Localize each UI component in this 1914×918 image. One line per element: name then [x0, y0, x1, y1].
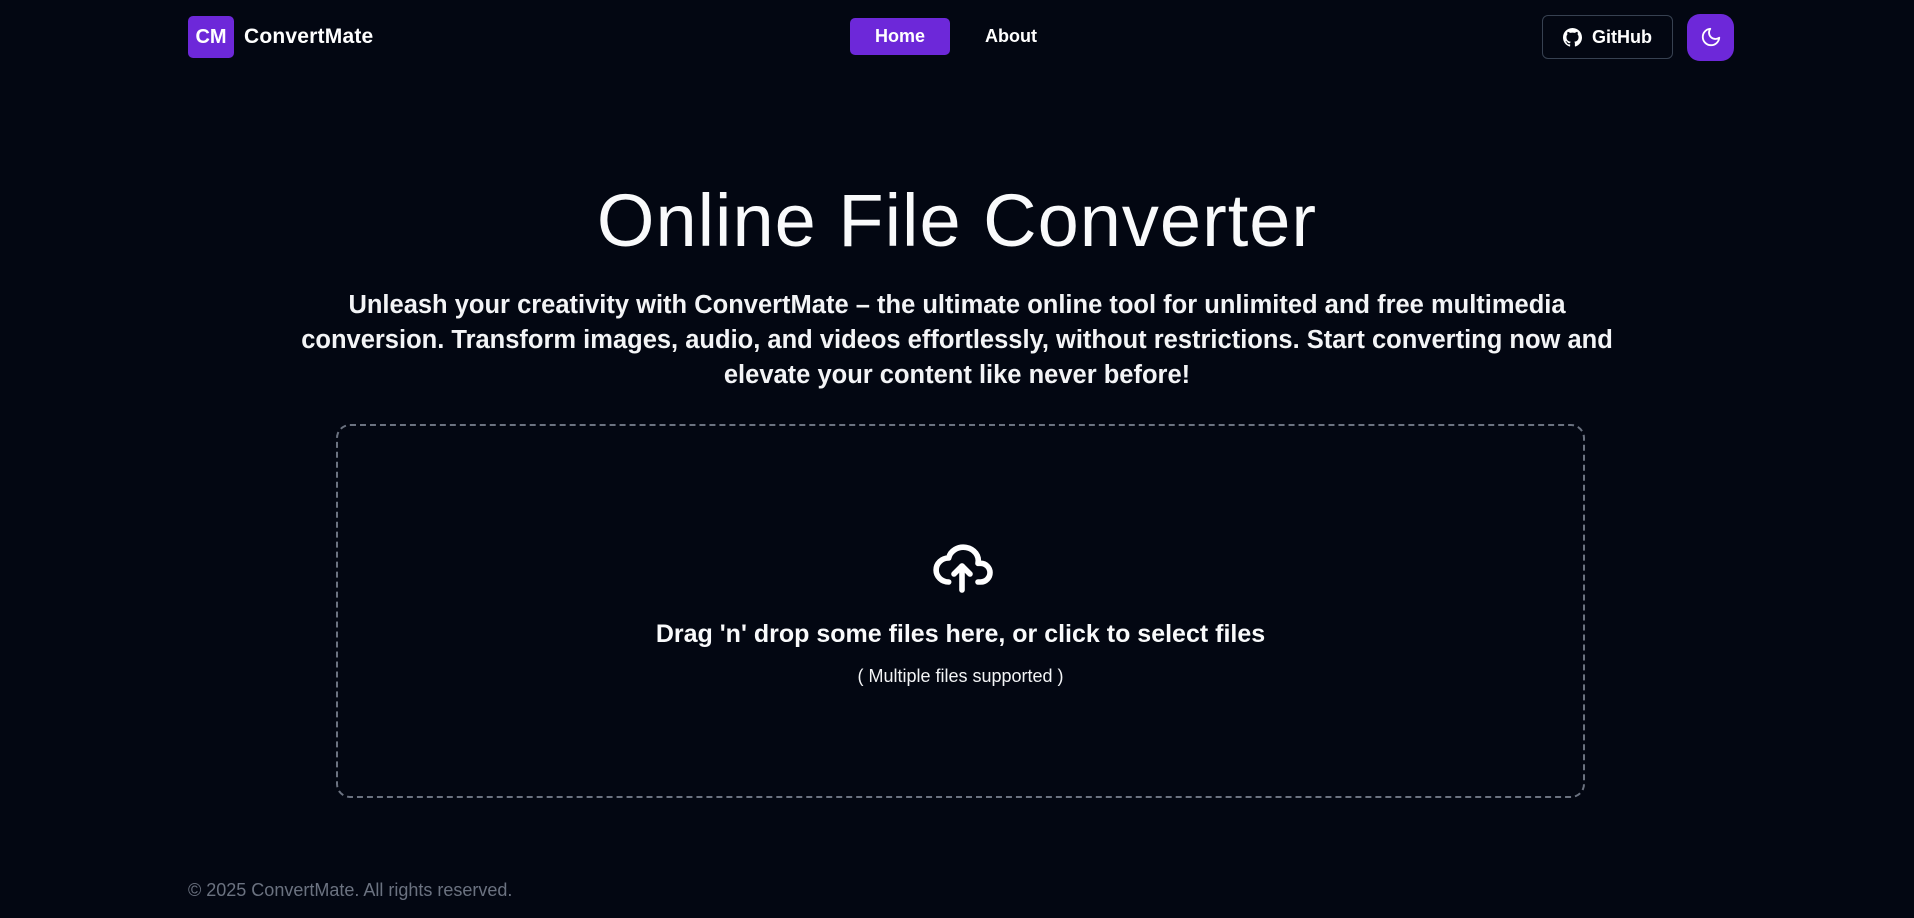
theme-toggle-button[interactable]: [1687, 13, 1734, 61]
main-nav: Home About: [850, 18, 1062, 55]
brand-badge: CM: [188, 16, 234, 58]
brand-name: ConvertMate: [244, 25, 374, 48]
page-title: Online File Converter: [596, 179, 1318, 262]
nav-about-link[interactable]: About: [960, 18, 1062, 55]
github-icon: [1563, 27, 1582, 47]
cloud-upload-icon: [933, 544, 993, 593]
file-dropzone[interactable]: Drag 'n' drop some files here, or click …: [336, 424, 1585, 798]
github-button[interactable]: GitHub: [1542, 15, 1673, 59]
top-navbar: CM ConvertMate Home About GitHub: [188, 13, 1734, 61]
dropzone-title: Drag 'n' drop some files here, or click …: [655, 620, 1266, 648]
brand-logo-link[interactable]: CM ConvertMate: [188, 16, 373, 58]
dropzone-hint: ( Multiple files supported ): [857, 666, 1064, 686]
header-actions: GitHub: [1542, 13, 1734, 61]
nav-home-link[interactable]: Home: [850, 18, 951, 55]
footer-copyright: © 2025 ConvertMate. All rights reserved.: [188, 880, 513, 900]
github-button-label: GitHub: [1592, 26, 1652, 47]
page: CM ConvertMate Home About GitHub Online …: [0, 0, 1914, 918]
moon-icon: [1701, 27, 1720, 47]
hero-description: Unleash your creativity with ConvertMate…: [301, 291, 1613, 389]
